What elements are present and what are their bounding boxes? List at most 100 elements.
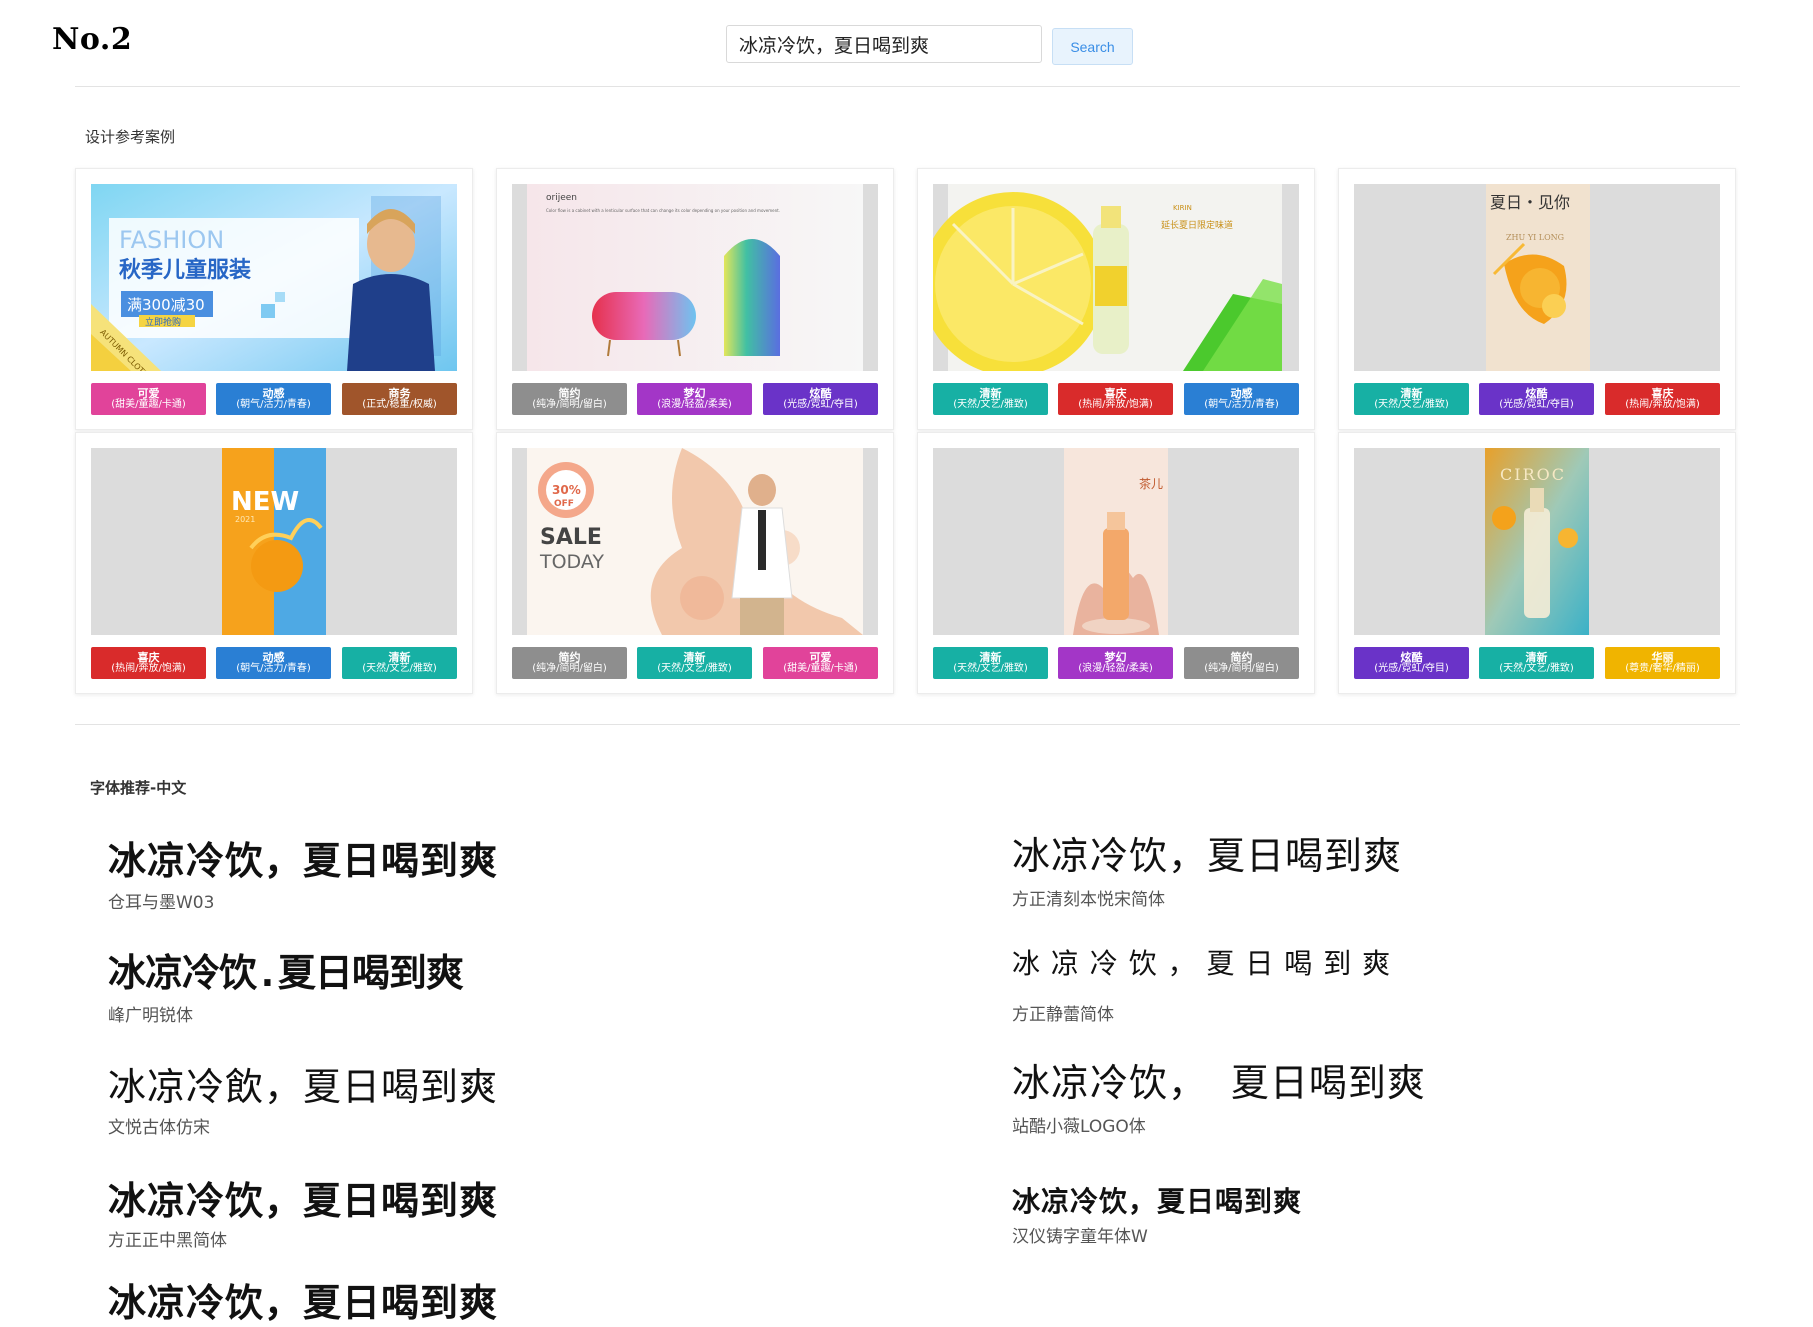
case-card[interactable]: FASHION 秋季儿童服装 满300减30 立即抢购 AUTUMN CLOTH… [75,168,473,430]
style-tag-row: 简约 (纯净/简明/留白) 清新 (天然/文艺/雅致) 可爱 (甜美/童趣/卡通) [512,647,878,679]
case-card[interactable]: 30% OFF SALE TODAY 简约 (纯净/简明/留白) 清新 (天然/文艺… [496,432,894,694]
case-thumbnail[interactable]: NEW 2021 [91,448,457,635]
style-tag[interactable]: 简约 (纯净/简明/留白) [1184,647,1299,679]
style-tag[interactable]: 梦幻 (浪漫/轻盈/柔美) [1058,647,1173,679]
poster-subtitle-text: ZHU YI LONG [1506,233,1564,242]
font-sample-text[interactable]: 冰凉冷饮，夏日喝到爽 [108,830,498,885]
style-tag[interactable]: 商务 (正式/稳重/权威) [342,383,457,415]
brand-text: KIRIN [1173,204,1192,212]
style-tag-row: 炫酷 (光感/霓虹/夺目) 清新 (天然/文艺/雅致) 华丽 (尊贵/奢华/精丽) [1354,647,1720,679]
style-tag[interactable]: 喜庆 (热闹/奔放/饱满) [1605,383,1720,415]
style-tag-row: 清新 (天然/文艺/雅致) 梦幻 (浪漫/轻盈/柔美) 简约 (纯净/简明/留白) [933,647,1299,679]
style-tag-row: 简约 (纯净/简明/留白) 梦幻 (浪漫/轻盈/柔美) 炫酷 (光感/霓虹/夺目) [512,383,878,415]
banner-button-text: 立即抢购 [145,316,181,328]
style-tag[interactable]: 可爱 (甜美/童趣/卡通) [763,647,878,679]
font-sample-text[interactable]: 冰凉冷飲，夏日喝到爽 [108,1056,498,1111]
headline-text: 延长夏日限定味道 [1161,219,1233,231]
style-tag[interactable]: 清新 (天然/文艺/雅致) [933,647,1048,679]
font-name-label: 方正清刻本悦宋简体 [1012,890,1165,910]
case-grid: FASHION 秋季儿童服装 满300减30 立即抢购 AUTUMN CLOTH… [75,168,1740,696]
style-tag[interactable]: 华丽 (尊贵/奢华/精丽) [1605,647,1720,679]
lemon-drink-banner-image: KIRIN 延长夏日限定味道 [933,184,1299,371]
style-tag[interactable]: 动感 (朝气/活力/青春) [216,383,331,415]
style-tag-row: 清新 (天然/文艺/雅致) 炫酷 (光感/霓虹/夺目) 喜庆 (热闹/奔放/饱满) [1354,383,1720,415]
header-divider [75,86,1740,87]
font-name-label: 汉仪铸字童年体W [1012,1227,1148,1247]
style-tag[interactable]: 清新 (天然/文艺/雅致) [1354,383,1469,415]
cases-section-title: 设计参考案例 [85,128,176,146]
kids-fashion-banner-image: FASHION 秋季儿童服装 满300减30 立即抢购 AUTUMN CLOTH… [91,184,457,371]
ciroc-bottle-poster-image: CIROC [1354,448,1720,635]
discount-off-text: OFF [554,499,574,509]
style-tag-row: 可爱 (甜美/童趣/卡通) 动感 (朝气/活力/青春) 商务 (正式/稳重/权威) [91,383,457,415]
case-card[interactable]: orijeen Color flow is a cabinet with a l… [496,168,894,430]
font-name-label: 仓耳与墨W03 [108,893,215,913]
section-divider [75,724,1740,725]
case-thumbnail[interactable]: 茶儿 [933,448,1299,635]
case-thumbnail[interactable]: FASHION 秋季儿童服装 满300减30 立即抢购 AUTUMN CLOTH… [91,184,457,371]
style-tag[interactable]: 简约 (纯净/简明/留白) [512,383,627,415]
sale-fashion-banner-image: 30% OFF SALE TODAY [512,448,878,635]
description-text: Color flow is a cabinet with a lenticula… [546,208,780,213]
case-card[interactable]: KIRIN 延长夏日限定味道 清新 (天然/文艺/雅致) 喜庆 (热闹/奔放/饱满)… [917,168,1315,430]
banner-title-text: FASHION [119,226,224,254]
case-card[interactable]: 夏日・见你 ZHU YI LONG 清新 (天然/文艺/雅致) 炫酷 (光感/霓虹/… [1338,168,1736,430]
style-tag[interactable]: 炫酷 (光感/霓虹/夺目) [1479,383,1594,415]
banner-subtitle-text: 秋季儿童服装 [119,257,251,283]
case-card[interactable]: 茶儿 清新 (天然/文艺/雅致) 梦幻 (浪漫/轻盈/柔美) 简约 (纯净/简明/留白… [917,432,1315,694]
header: No.2 Search [0,0,1813,86]
style-tag[interactable]: 动感 (朝气/活力/青春) [1184,383,1299,415]
poster-title-text: 茶儿 [1139,476,1163,491]
poster-title-text: 夏日・见你 [1490,193,1570,212]
style-tag[interactable]: 可爱 (甜美/童趣/卡通) [91,383,206,415]
case-card[interactable]: NEW 2021 喜庆 (热闹/奔放/饱满) 动感 (朝气/活力/青春) 清新 (天然… [75,432,473,694]
font-name-label: 峰广明锐体 [108,1006,193,1026]
search-input[interactable] [726,25,1042,63]
style-tag[interactable]: 炫酷 (光感/霓虹/夺目) [763,383,878,415]
banner-offer-text: 满300减30 [127,296,205,314]
style-tag[interactable]: 炫酷 (光感/霓虹/夺目) [1354,647,1469,679]
furniture-banner-image: orijeen Color flow is a cabinet with a l… [512,184,878,371]
tea-drink-poster-image: 茶儿 [933,448,1299,635]
style-tag[interactable]: 清新 (天然/文艺/雅致) [342,647,457,679]
poster-year-text: 2021 [235,515,255,524]
font-name-label: 文悦古体仿宋 [108,1118,210,1138]
case-thumbnail[interactable]: orijeen Color flow is a cabinet with a l… [512,184,878,371]
style-tag[interactable]: 喜庆 (热闹/奔放/饱满) [1058,383,1173,415]
brand-logo: No.2 [52,22,133,57]
brand-text: orijeen [546,193,577,203]
case-thumbnail[interactable]: CIROC [1354,448,1720,635]
style-tag[interactable]: 简约 (纯净/简明/留白) [512,647,627,679]
font-sample-text[interactable]: 冰凉冷饮.夏日喝到爽 [108,942,464,997]
font-sample-text[interactable]: 冰 凉 冷 饮 ， 夏 日 喝 到 爽 [1012,942,1391,982]
font-sample-text[interactable]: 冰凉冷饮，夏日喝到爽 [1012,825,1402,880]
case-card[interactable]: CIROC 炫酷 (光感/霓虹/夺目) 清新 (天然/文艺/雅致) 华丽 (尊贵/奢华… [1338,432,1736,694]
font-sample-text[interactable]: 冰凉冷饮， 夏日喝到爽 [1012,1052,1426,1107]
orange-juice-poster-image: 夏日・见你 ZHU YI LONG [1354,184,1720,371]
fonts-section-title: 字体推荐-中文 [90,779,187,797]
font-sample-text[interactable]: 冰凉冷饮，夏日喝到爽 [108,1170,498,1225]
brand-text: CIROC [1500,465,1566,484]
style-tag[interactable]: 清新 (天然/文艺/雅致) [1479,647,1594,679]
style-tag[interactable]: 清新 (天然/文艺/雅致) [933,383,1048,415]
font-name-label: 方正正中黑简体 [108,1231,227,1251]
style-tag[interactable]: 清新 (天然/文艺/雅致) [637,647,752,679]
case-thumbnail[interactable]: 夏日・见你 ZHU YI LONG [1354,184,1720,371]
poster-headline-text: NEW [231,487,299,517]
font-sample-text[interactable]: 冰凉冷饮，夏日喝到爽 [1012,1180,1302,1220]
case-thumbnail[interactable]: 30% OFF SALE TODAY [512,448,878,635]
today-text: TODAY [539,551,604,573]
style-tag[interactable]: 动感 (朝气/活力/青春) [216,647,331,679]
style-tag-row: 喜庆 (热闹/奔放/饱满) 动感 (朝气/活力/青春) 清新 (天然/文艺/雅致) [91,647,457,679]
style-tag-row: 清新 (天然/文艺/雅致) 喜庆 (热闹/奔放/饱满) 动感 (朝气/活力/青春) [933,383,1299,415]
font-name-label: 方正静蕾简体 [1012,1005,1114,1025]
font-sample-text[interactable]: 冰凉冷饮，夏日喝到爽 [108,1272,498,1327]
discount-badge-text: 30% [552,483,581,497]
style-tag[interactable]: 梦幻 (浪漫/轻盈/柔美) [637,383,752,415]
search-button[interactable]: Search [1052,28,1133,65]
case-thumbnail[interactable]: KIRIN 延长夏日限定味道 [933,184,1299,371]
sale-text: SALE [540,525,602,550]
new-juice-poster-image: NEW 2021 [91,448,457,635]
font-name-label: 站酷小薇LOGO体 [1012,1117,1146,1137]
style-tag[interactable]: 喜庆 (热闹/奔放/饱满) [91,647,206,679]
